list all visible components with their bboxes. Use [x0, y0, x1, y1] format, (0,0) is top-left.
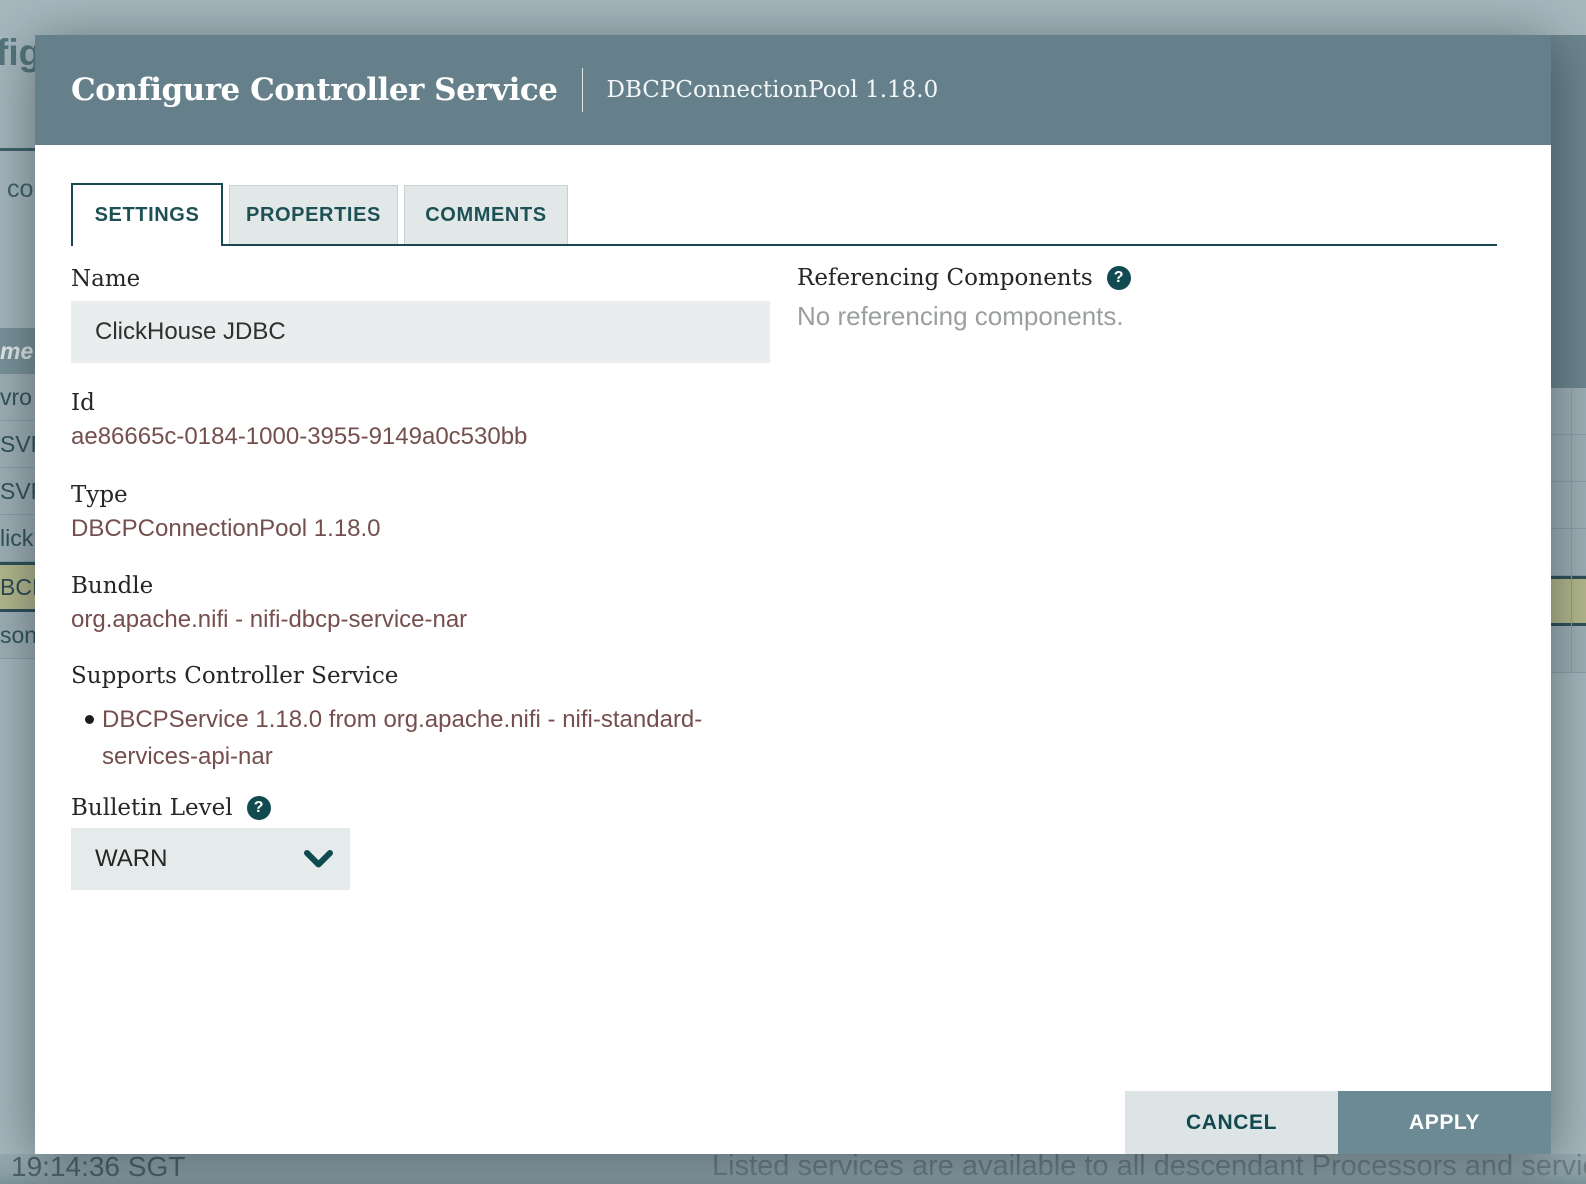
title-separator — [582, 68, 583, 112]
background-services-table-right — [1551, 388, 1586, 673]
supported-service-list-item: DBCPService 1.18.0 from org.apache.nifi … — [85, 701, 747, 775]
configure-controller-service-dialog: Configure Controller Service DBCPConnect… — [35, 35, 1551, 1154]
table-row-highlighted — [1551, 576, 1586, 626]
referencing-components-empty-text: No referencing components. — [797, 301, 1124, 332]
background-table-gridline — [1571, 388, 1572, 673]
referencing-components-help-icon[interactable]: ? — [1107, 266, 1131, 290]
name-input-value: ClickHouse JDBC — [95, 318, 286, 346]
bulletin-level-select[interactable]: WARN — [71, 828, 350, 890]
bulletin-level-selected-value: WARN — [95, 845, 167, 873]
bulletin-level-help-icon[interactable]: ? — [247, 796, 271, 820]
type-value: DBCPConnectionPool 1.18.0 — [71, 515, 381, 543]
background-header-rule — [0, 148, 35, 151]
apply-button[interactable]: APPLY — [1338, 1091, 1551, 1154]
nifi-screen: fig co me vro SVF SVF lick BCI son 19:14… — [0, 0, 1586, 1184]
background-services-table-left: me vro SVF SVF lick BCI son — [0, 328, 35, 659]
table-row-highlighted: BCI — [0, 562, 35, 612]
table-row: SVF — [0, 421, 35, 468]
id-value: ae86665c-0184-1000-3955-9149a0c530bb — [71, 423, 527, 451]
dialog-subtitle: DBCPConnectionPool 1.18.0 — [607, 77, 939, 103]
table-row: lick — [0, 515, 35, 562]
clock-text: 19:14:36 SGT — [11, 1151, 185, 1183]
bundle-value: org.apache.nifi - nifi-dbcp-service-nar — [71, 606, 467, 634]
id-label: Id — [71, 390, 95, 416]
cancel-button[interactable]: CANCEL — [1125, 1091, 1338, 1154]
table-row — [1551, 435, 1586, 482]
bulletin-level-label: Bulletin Level — [71, 795, 233, 821]
type-label: Type — [71, 482, 128, 508]
background-table-header-fragment: me — [0, 328, 35, 374]
dialog-title: Configure Controller Service — [71, 72, 558, 108]
dialog-header: Configure Controller Service DBCPConnect… — [35, 35, 1551, 145]
supports-controller-service-label: Supports Controller Service — [71, 663, 398, 689]
bundle-label: Bundle — [71, 573, 153, 599]
table-row — [1551, 388, 1586, 435]
tab-properties[interactable]: PROPERTIES — [229, 185, 398, 244]
referencing-components-label: Referencing Components — [797, 265, 1093, 291]
table-row: son — [0, 612, 35, 659]
tab-settings[interactable]: SETTINGS — [71, 183, 223, 246]
bulletin-level-label-row: Bulletin Level ? — [71, 795, 271, 821]
tab-comments[interactable]: COMMENTS — [404, 185, 568, 244]
table-row — [1551, 482, 1586, 529]
background-panel-right — [1551, 35, 1586, 388]
chevron-down-icon — [303, 850, 334, 869]
referencing-components-label-row: Referencing Components ? — [797, 265, 1131, 291]
table-row — [1551, 529, 1586, 576]
table-row: SVF — [0, 468, 35, 515]
name-label: Name — [71, 266, 140, 292]
table-row: vro — [0, 374, 35, 421]
services-scope-note: Listed services are available to all des… — [712, 1150, 1586, 1183]
table-row — [1551, 626, 1586, 673]
name-input[interactable]: ClickHouse JDBC — [71, 301, 770, 363]
dialog-tabs: SETTINGS PROPERTIES COMMENTS — [71, 185, 1497, 246]
background-tab-fragment: co — [7, 175, 33, 204]
